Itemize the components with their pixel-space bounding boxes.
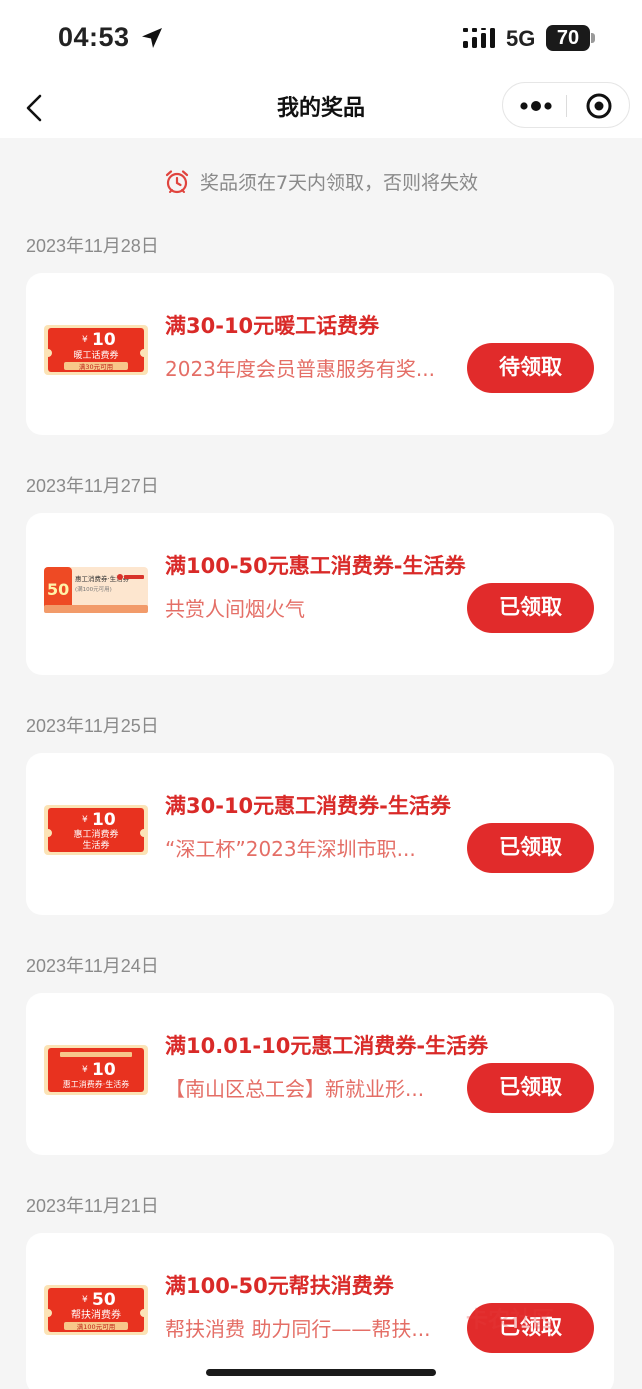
prize-title: 满30-10元惠工消费券-生活券: [165, 794, 451, 818]
notice-text: 奖品须在7天内领取，否则将失效: [199, 172, 479, 194]
coupon-label: 暖工话费券: [73, 349, 118, 361]
home-indicator[interactable]: [206, 1369, 436, 1376]
battery-level: 70: [556, 27, 580, 49]
prize-date: 2023年11月25日: [26, 716, 159, 736]
coupon-thumbnail: ¥ 50 帮扶消费券 满100元可用: [44, 1285, 148, 1335]
coupon-condition: (满100元可用): [75, 585, 112, 593]
coupon-amount: 10: [92, 1060, 116, 1080]
watermark-logo: 卡农社区: [466, 1308, 555, 1333]
nav-bar: 我的奖品: [0, 80, 642, 138]
more-button[interactable]: [503, 83, 567, 129]
coupon-amount: 50: [47, 580, 69, 599]
prize-page: 04:53 5G 70 我的奖品 奖品须在7天内领取，否则将失效 2023年11…: [0, 0, 642, 1389]
coupon-amount: 50: [92, 1290, 116, 1310]
expiry-notice: 奖品须在7天内领取，否则将失效: [0, 168, 642, 200]
coupon-condition: 满30元可用: [79, 362, 113, 371]
prize-description: 【南山区总工会】新就业形...: [165, 1077, 425, 1101]
prize-card[interactable]: 50 惠工消费券·生活券 (满100元可用) 满100-50元惠工消费券-生活券…: [26, 513, 614, 675]
coupon-condition: 生活券: [82, 839, 109, 851]
svg-text:¥: ¥: [82, 1295, 88, 1305]
coupon-amount: 10: [92, 810, 116, 830]
coupon-thumbnail: ¥ 10 暖工话费券 满30元可用: [44, 325, 148, 375]
battery-icon: 70: [546, 25, 590, 51]
prize-title: 满100-50元惠工消费券-生活券: [165, 554, 466, 578]
coupon-thumbnail: ¥ 10 惠工消费券·生活券: [44, 1045, 148, 1095]
coupon-thumbnail: ¥ 10 惠工消费券 生活券: [44, 805, 148, 855]
prize-card[interactable]: ¥ 10 惠工消费券·生活券 满10.01-10元惠工消费券-生活券 【南山区总…: [26, 993, 614, 1155]
prize-card[interactable]: ¥ 10 惠工消费券 生活券 满30-10元惠工消费券-生活券 “深工杯”202…: [26, 753, 614, 915]
prize-date: 2023年11月28日: [26, 236, 159, 256]
battery-tip: [591, 33, 595, 43]
prize-card[interactable]: ¥ 10 暖工话费券 满30元可用 满30-10元暖工话费券 2023年度会员普…: [26, 273, 614, 435]
prize-date: 2023年11月21日: [26, 1196, 159, 1216]
prize-description: 2023年度会员普惠服务有奖...: [165, 357, 435, 381]
prize-description: 帮扶消费 助力同行——帮扶...: [165, 1317, 431, 1341]
coupon-label: 帮扶消费券: [71, 1308, 121, 1321]
prize-title: 满30-10元暖工话费券: [165, 314, 380, 338]
svg-text:¥: ¥: [82, 335, 88, 345]
claim-status-button[interactable]: 已领取: [467, 1063, 594, 1113]
coupon-label: 惠工消费券·生活券: [63, 1079, 130, 1089]
target-close-icon: [586, 93, 612, 119]
claim-status-button[interactable]: 已领取: [467, 583, 594, 633]
claim-status-button[interactable]: 已领取: [467, 823, 594, 873]
more-dots-icon: [520, 101, 552, 111]
close-miniprogram-button[interactable]: [567, 83, 631, 129]
network-type: 5G: [506, 26, 536, 51]
status-time: 04:53: [58, 22, 130, 52]
prize-title: 满100-50元帮扶消费券: [165, 1274, 394, 1298]
coupon-amount: 10: [92, 330, 116, 350]
coupon-condition: 满100元可用: [77, 1322, 115, 1331]
svg-text:¥: ¥: [82, 1065, 88, 1075]
alarm-clock-icon: [165, 169, 189, 193]
prize-title: 满10.01-10元惠工消费券-生活券: [165, 1034, 489, 1058]
prize-description: 共赏人间烟火气: [165, 597, 305, 621]
miniprogram-capsule: [502, 82, 630, 128]
prize-date: 2023年11月24日: [26, 956, 159, 976]
location-arrow-icon: [142, 28, 162, 48]
claim-status-button[interactable]: 待领取: [467, 343, 594, 393]
prize-date: 2023年11月27日: [26, 476, 159, 496]
coupon-label: 惠工消费券: [73, 828, 118, 840]
svg-text:¥: ¥: [82, 815, 88, 825]
coupon-thumbnail: 50 惠工消费券·生活券 (满100元可用): [44, 567, 148, 613]
cellular-signal-icon: [463, 28, 495, 48]
prize-description: “深工杯”2023年深圳市职...: [165, 837, 416, 861]
status-bar: 04:53 5G 70: [0, 0, 642, 80]
